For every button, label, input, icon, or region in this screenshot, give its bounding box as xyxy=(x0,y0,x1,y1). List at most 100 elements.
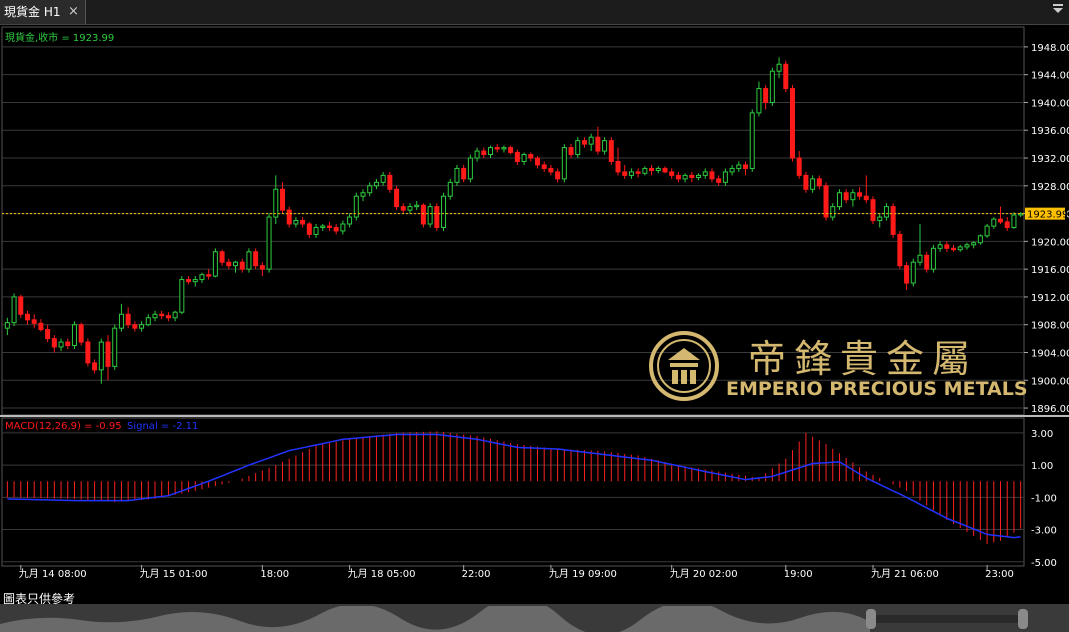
x-tick-label: 23:00 xyxy=(985,569,1014,580)
candle-body xyxy=(917,254,923,263)
candle-body xyxy=(125,313,131,326)
x-tick-label: 九月 21 06:00 xyxy=(871,568,939,580)
scroll-handle-left[interactable] xyxy=(866,609,876,629)
candle-body xyxy=(333,226,339,232)
price-tick-label: 1916.00 xyxy=(1031,265,1069,276)
candle-body xyxy=(635,171,641,174)
candle-body xyxy=(588,136,594,145)
candle-body xyxy=(152,313,158,319)
candle-body xyxy=(937,244,943,249)
candle-body xyxy=(709,171,715,180)
candle-body xyxy=(682,174,688,180)
x-tick-label: 九月 18 05:00 xyxy=(348,568,416,580)
candle-body xyxy=(186,279,192,283)
candle-body xyxy=(850,192,856,201)
price-tick-label: 1940.00 xyxy=(1031,98,1069,109)
candle-body xyxy=(98,341,104,371)
last-price-label: 1923.99 xyxy=(1027,210,1068,221)
candle-body xyxy=(253,251,259,267)
candle-body xyxy=(816,178,822,187)
candle-body xyxy=(830,206,836,218)
candle-body xyxy=(427,206,433,225)
triangle-down-icon[interactable] xyxy=(1053,4,1063,17)
x-tick-label: 22:00 xyxy=(462,569,491,580)
candle-body xyxy=(118,313,124,329)
candle-body xyxy=(380,174,386,183)
candle-body xyxy=(951,247,957,251)
candle-body xyxy=(991,218,997,227)
candle-body xyxy=(347,216,353,225)
candle-body xyxy=(930,247,936,270)
candle-body xyxy=(971,242,977,246)
tab-chart[interactable]: 現貨金 H1 × xyxy=(0,0,86,24)
candle-body xyxy=(293,220,299,225)
candle-body xyxy=(226,261,232,267)
x-tick-label: 19:00 xyxy=(784,569,813,580)
candle-body xyxy=(4,322,10,329)
candle-body xyxy=(541,164,547,169)
candle-body xyxy=(420,204,426,225)
candle-body xyxy=(441,195,447,228)
candle-body xyxy=(863,195,869,201)
candle-body xyxy=(696,174,702,178)
candle-body xyxy=(857,192,863,197)
candle-body xyxy=(279,188,285,211)
logo-chinese-name: 帝鋒貴金屬 xyxy=(748,337,979,381)
macd-tick-label: -3.00 xyxy=(1031,526,1057,537)
candle-body xyxy=(199,274,205,281)
candle-body xyxy=(622,171,628,176)
close-icon[interactable]: × xyxy=(68,0,79,24)
brand-logo: 帝鋒貴金屬 EMPERIO PRECIOUS METALS xyxy=(648,328,1028,408)
candle-body xyxy=(65,341,71,347)
price-chart[interactable]: 1896.00 1900.00 1904.00 1908.00 1912.00 1916.… xyxy=(0,25,1069,590)
candle-body xyxy=(642,167,648,174)
candle-body xyxy=(675,174,681,180)
candle-body xyxy=(649,167,655,172)
candle-body xyxy=(883,206,889,218)
tab-title: 現貨金 H1 xyxy=(4,5,61,19)
logo-english-name: EMPERIO PRECIOUS METALS xyxy=(726,378,1028,400)
candle-body xyxy=(165,315,171,319)
candle-body xyxy=(31,319,37,324)
candle-body xyxy=(964,244,970,248)
candle-body xyxy=(481,150,487,156)
scrollbar-track[interactable] xyxy=(0,606,1069,632)
scroll-handle-right[interactable] xyxy=(1018,609,1028,629)
candle-body xyxy=(581,140,587,145)
candle-body xyxy=(555,171,561,180)
candle-body xyxy=(340,223,346,232)
candle-body xyxy=(212,251,218,277)
price-tick-label: 1932.00 xyxy=(1031,154,1069,165)
candle-body xyxy=(394,188,400,208)
candle-body xyxy=(326,225,332,228)
price-tick-label: 1944.00 xyxy=(1031,71,1069,82)
candle-body xyxy=(595,136,601,152)
candle-body xyxy=(360,192,366,197)
candle-body xyxy=(870,199,876,222)
price-tick-label: 1928.00 xyxy=(1031,182,1069,193)
candle-body xyxy=(18,296,24,315)
candle-body xyxy=(474,150,480,159)
candle-body xyxy=(488,147,494,156)
candle-body xyxy=(924,254,930,270)
candle-body xyxy=(501,147,507,150)
candle-body xyxy=(159,313,165,317)
candle-body xyxy=(306,223,312,235)
macd-tick-label: 1.00 xyxy=(1031,461,1053,472)
candle-body xyxy=(749,112,755,169)
candle-body xyxy=(454,167,460,183)
x-tick-label: 九月 14 08:00 xyxy=(19,568,87,580)
price-tick-label: 1920.00 xyxy=(1031,237,1069,248)
candle-body xyxy=(407,206,413,211)
candle-body xyxy=(608,140,614,162)
candle-body xyxy=(320,225,326,228)
candle-body xyxy=(38,322,44,331)
time-scrollbar[interactable] xyxy=(0,604,1069,632)
candle-body xyxy=(24,313,30,321)
candle-body xyxy=(568,147,574,156)
candle-body xyxy=(58,341,64,348)
macd-title: MACD(12,26,9) = -0.95 xyxy=(5,421,122,432)
candle-body xyxy=(803,174,809,190)
candle-body xyxy=(655,167,661,172)
candle-body xyxy=(192,279,198,283)
